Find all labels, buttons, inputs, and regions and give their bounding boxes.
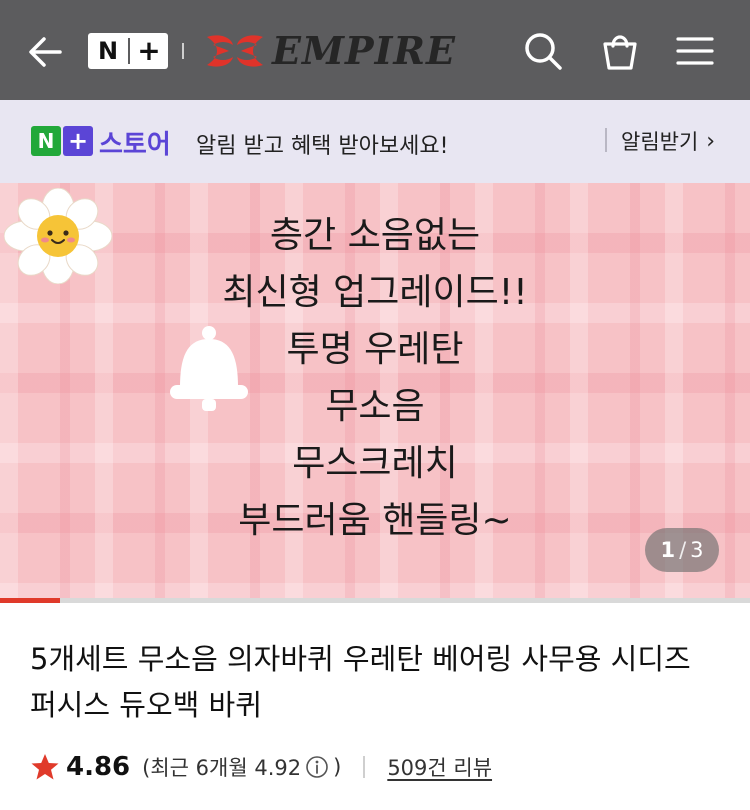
back-button[interactable]: [24, 30, 68, 74]
logo-n: N: [31, 126, 61, 156]
carousel-page-indicator: 1 / 3: [645, 528, 719, 572]
bell-icon: [170, 326, 248, 411]
product-title: 5개세트 무소음 의자바퀴 우레탄 베어링 사무용 시디즈 퍼시스 듀오백 바퀴: [30, 642, 691, 722]
search-button[interactable]: [520, 28, 566, 74]
store-bar-divider: [605, 128, 607, 152]
logo-plus: +: [63, 126, 93, 156]
banner-text-line: 부드러움 핸들링~: [238, 500, 512, 541]
rating-row: 4.86 (최근 6개월 4.92 ) 509건 리뷰: [30, 749, 492, 785]
naver-plus-store-logo[interactable]: N +: [31, 126, 95, 156]
store-label[interactable]: 스토어: [99, 124, 171, 161]
header-divider: [182, 43, 184, 59]
recent-rating-close: ): [333, 755, 342, 779]
arrow-left-icon: [29, 37, 62, 67]
product-image-carousel[interactable]: 층간 소음없는 최신형 업그레이드!! 투명 우레탄 무소음 무스크레치 부드러…: [0, 183, 750, 603]
page-separator: /: [679, 538, 687, 562]
alarm-label: 알림받기: [621, 130, 699, 154]
logo-n: N: [97, 37, 119, 65]
banner-text-line: 층간 소음없는: [269, 215, 481, 256]
banner-text-line: 무소음: [325, 386, 425, 427]
shopping-bag-icon: [603, 35, 637, 70]
recent-rating-text: (최근 6개월 4.92: [142, 756, 302, 780]
review-count-link[interactable]: 509건 리뷰: [387, 752, 492, 782]
hamburger-menu-icon: [676, 37, 714, 65]
brand-name[interactable]: EMPIRE: [272, 28, 456, 73]
chevron-right-icon: ›: [706, 128, 716, 154]
rating-divider: [363, 756, 366, 778]
star-icon: [31, 754, 59, 780]
carousel-progress-track: [0, 598, 750, 603]
search-icon: [525, 33, 562, 70]
banner-text-line: 투명 우레탄: [286, 329, 464, 370]
banner-text-line: 무스크레치: [292, 443, 458, 484]
info-icon[interactable]: [305, 755, 329, 779]
recent-rating: (최근 6개월 4.92 ): [142, 752, 341, 782]
rating-value: 4.86: [66, 752, 131, 782]
subscribe-alarm-button[interactable]: 알림받기 ›: [621, 126, 715, 156]
flower-icon: [4, 188, 112, 284]
banner-text-line: 최신형 업그레이드!!: [222, 272, 528, 313]
logo-plus: +: [137, 34, 161, 67]
top-header: N + EMPIRE: [0, 0, 750, 100]
total-pages: 3: [690, 538, 704, 562]
cart-button[interactable]: [597, 28, 643, 74]
notification-message: 알림 받고 혜택 받아보세요!: [196, 134, 449, 159]
carousel-progress-fill: [0, 598, 60, 603]
menu-button[interactable]: [672, 28, 718, 74]
current-page: 1: [660, 538, 676, 562]
naver-plus-logo[interactable]: N +: [88, 33, 168, 69]
empire-logo-mark[interactable]: [203, 31, 267, 71]
